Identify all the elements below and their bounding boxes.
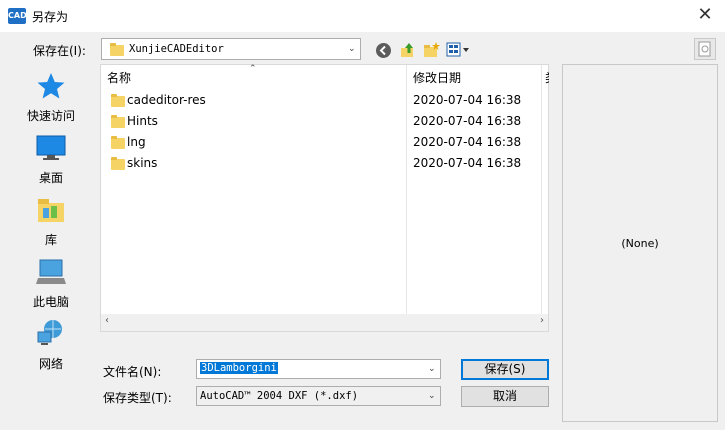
file-date: 2020-07-04 16:38 — [413, 156, 522, 170]
close-button[interactable]: ✕ — [692, 4, 718, 28]
filetype-value: AutoCAD™ 2004 DXF (*.dxf) — [200, 390, 359, 402]
folder-icon — [111, 94, 125, 107]
chevron-down-icon[interactable]: ⌄ — [428, 392, 436, 401]
preview-pane: (None) — [562, 64, 718, 422]
filename-label: 文件名(N): — [103, 365, 162, 379]
save-button[interactable]: 保存(S) — [461, 359, 549, 380]
preview-toggle-icon[interactable] — [694, 38, 716, 60]
place-this-pc[interactable]: 此电脑 — [15, 258, 87, 310]
file-date: 2020-07-04 16:38 — [413, 93, 522, 107]
preview-text: (None) — [621, 237, 659, 250]
place-label: 库 — [44, 233, 57, 247]
file-name: lng — [127, 135, 146, 149]
up-folder-icon[interactable] — [399, 41, 417, 59]
column-header-date[interactable]: 修改日期 — [413, 65, 543, 91]
folder-icon — [111, 115, 125, 128]
place-label: 桌面 — [38, 171, 63, 185]
scroll-right-icon[interactable]: › — [540, 315, 544, 326]
filetype-label: 保存类型(T): — [103, 391, 172, 405]
place-library[interactable]: 库 — [15, 196, 87, 248]
location-value: XunjieCADEditor — [129, 43, 224, 55]
column-type-label: 类 — [545, 71, 549, 85]
window-title: 另存为 — [32, 10, 69, 24]
file-name: skins — [127, 156, 158, 170]
star-icon — [37, 73, 65, 99]
place-network[interactable]: 网络 — [15, 318, 87, 372]
view-menu-icon[interactable] — [446, 42, 472, 58]
chevron-down-icon[interactable]: ⌄ — [348, 45, 356, 54]
place-label: 网络 — [38, 357, 63, 371]
title-bar: CAD 另存为 ✕ — [0, 0, 725, 32]
location-combobox[interactable]: XunjieCADEditor ⌄ — [101, 38, 361, 60]
library-icon — [38, 199, 64, 222]
column-name-label: 名称 — [107, 71, 132, 85]
scroll-left-icon[interactable]: ‹ — [105, 315, 109, 326]
app-icon: CAD — [8, 8, 27, 24]
file-list[interactable]: 名称 ⌃ 修改日期 类 cadeditor-res 2020-07-04 16:… — [100, 64, 549, 332]
list-item[interactable]: cadeditor-res 2020-07-04 16:38 — [101, 91, 548, 112]
place-quick-access[interactable]: 快速访问 — [15, 72, 87, 124]
place-desktop[interactable]: 桌面 — [15, 134, 87, 186]
back-icon[interactable] — [376, 43, 391, 58]
list-item[interactable]: skins 2020-07-04 16:38 — [101, 154, 548, 175]
filename-value: 3DLamborgini — [200, 362, 278, 374]
file-date: 2020-07-04 16:38 — [413, 114, 522, 128]
filetype-select[interactable]: AutoCAD™ 2004 DXF (*.dxf) ⌄ — [196, 386, 441, 406]
new-folder-icon[interactable] — [422, 41, 440, 59]
file-name: cadeditor-res — [127, 93, 206, 107]
column-date-label: 修改日期 — [413, 71, 462, 85]
computer-icon — [36, 259, 66, 284]
sort-ascending-icon: ⌃ — [249, 64, 257, 74]
file-name: Hints — [127, 114, 158, 128]
folder-icon — [111, 136, 125, 149]
folder-icon — [111, 157, 125, 170]
desktop-icon — [36, 135, 66, 160]
filename-input[interactable]: 3DLamborgini ⌄ — [196, 359, 441, 379]
horizontal-scrollbar[interactable]: ‹ › — [101, 314, 548, 331]
folder-icon — [110, 43, 124, 56]
place-label: 快速访问 — [26, 109, 75, 123]
save-in-label: 保存在(I): — [33, 44, 86, 58]
network-icon — [37, 320, 62, 345]
column-header-type[interactable]: 类 — [545, 65, 549, 91]
list-item[interactable]: lng 2020-07-04 16:38 — [101, 133, 548, 154]
cancel-button[interactable]: 取消 — [461, 386, 549, 407]
place-label: 此电脑 — [32, 295, 69, 309]
file-date: 2020-07-04 16:38 — [413, 135, 522, 149]
chevron-down-icon[interactable]: ⌄ — [428, 365, 436, 374]
list-item[interactable]: Hints 2020-07-04 16:38 — [101, 112, 548, 133]
